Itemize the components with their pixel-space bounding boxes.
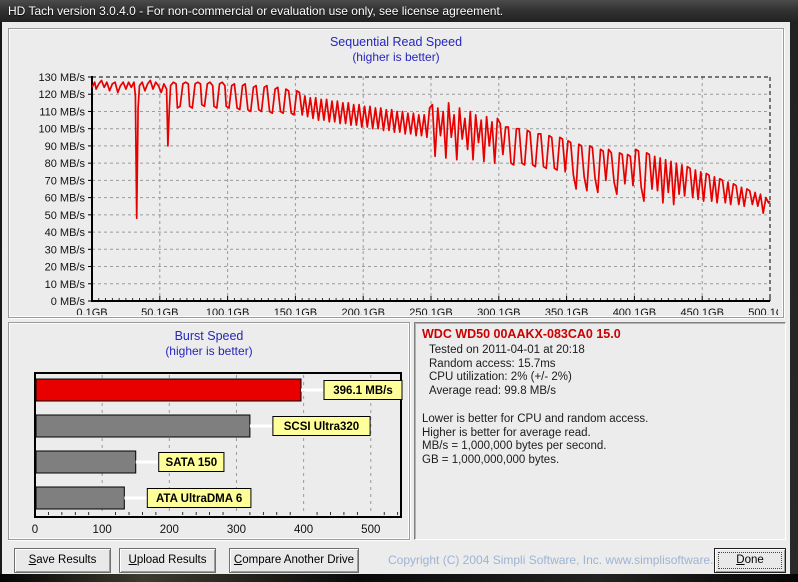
note-line: Lower is better for CPU and random acces… <box>422 413 778 427</box>
average-read: Average read: 99.8 MB/s <box>422 385 778 399</box>
results-info-panel: WDC WD50 00AAKX-083CA0 15.0 Tested on 20… <box>414 322 786 540</box>
x-axis-tick-label: 350.1GB <box>545 307 588 315</box>
burst-speed-panel: Burst Speed (higher is better) 396.1 MB/… <box>8 322 410 540</box>
note-line: GB = 1,000,000,000 bytes. <box>422 454 778 468</box>
cpu-utilization: CPU utilization: 2% (+/- 2%) <box>422 371 778 385</box>
burst-bar-label: SATA 150 <box>166 457 218 469</box>
x-axis-tick-label: 50.1GB <box>141 307 178 315</box>
random-access: Random access: 15.7ms <box>422 358 778 372</box>
copyright-text: Copyright (C) 2004 Simpli Software, Inc.… <box>388 553 704 567</box>
burst-bar-3 <box>36 487 124 509</box>
button-row: Save Results Upload Results Compare Anot… <box>2 548 790 574</box>
burst-bar-2 <box>36 451 136 473</box>
upload-results-button[interactable]: Upload Results <box>119 548 216 573</box>
burst-x-tick-label: 200 <box>160 524 179 536</box>
burst-x-tick-label: 400 <box>294 524 313 536</box>
x-axis-tick-label: 500.1GB <box>748 307 778 315</box>
x-axis-tick-label: 150.1GB <box>274 307 317 315</box>
y-axis-tick-label: 110 MB/s <box>39 106 85 118</box>
sequential-read-chart: 0 MB/s10 MB/s20 MB/s30 MB/s40 MB/s50 MB/… <box>14 71 778 315</box>
sequential-chart-subtitle: (higher is better) <box>9 50 783 64</box>
y-axis-tick-label: 130 MB/s <box>39 72 86 84</box>
x-axis-tick-label: 450.1GB <box>680 307 723 315</box>
y-axis-tick-label: 70 MB/s <box>45 175 86 187</box>
window-title-bar[interactable]: HD Tach version 3.0.4.0 - For non-commer… <box>0 0 798 22</box>
y-axis-tick-label: 50 MB/s <box>45 210 86 222</box>
burst-bar-0 <box>36 379 301 401</box>
y-axis-tick-label: 10 MB/s <box>45 279 86 291</box>
y-axis-tick-label: 100 MB/s <box>39 124 86 136</box>
note-line: Higher is better for average read. <box>422 427 778 441</box>
burst-bar-label: ATA UltraDMA 6 <box>156 493 242 505</box>
window-title: HD Tach version 3.0.4.0 - For non-commer… <box>8 4 503 18</box>
y-axis-tick-label: 80 MB/s <box>45 158 86 170</box>
sequential-chart-title: Sequential Read Speed <box>9 35 783 49</box>
y-axis-tick-label: 90 MB/s <box>45 141 86 153</box>
x-axis-tick-label: 200.1GB <box>341 307 384 315</box>
y-axis-tick-label: 120 MB/s <box>39 89 86 101</box>
x-axis-tick-label: 300.1GB <box>477 307 520 315</box>
burst-chart-subtitle: (higher is better) <box>9 344 409 358</box>
x-axis-tick-label: 100.1GB <box>206 307 249 315</box>
burst-x-tick-label: 300 <box>227 524 246 536</box>
burst-bar-1 <box>36 415 250 437</box>
x-axis-tick-label: 400.1GB <box>613 307 656 315</box>
burst-bar-label: SCSI Ultra320 <box>284 421 359 433</box>
burst-chart-title: Burst Speed <box>9 329 409 343</box>
burst-x-tick-label: 100 <box>93 524 112 536</box>
burst-speed-chart: 396.1 MB/s SCSI Ultra320 SATA 150 ATA Ultra… <box>13 371 405 537</box>
y-axis-tick-label: 40 MB/s <box>45 227 86 239</box>
burst-bar-label: 396.1 MB/s <box>333 385 392 397</box>
notes-block: Lower is better for CPU and random acces… <box>422 413 778 467</box>
desktop-edge <box>0 574 798 582</box>
burst-x-tick-label: 0 <box>32 524 38 536</box>
sequential-read-panel: Sequential Read Speed (higher is better)… <box>8 28 784 318</box>
note-line: MB/s = 1,000,000 bytes per second. <box>422 440 778 454</box>
burst-x-tick-label: 500 <box>361 524 380 536</box>
y-axis-tick-label: 30 MB/s <box>45 244 86 256</box>
compare-another-drive-button[interactable]: Compare Another Drive <box>229 548 359 573</box>
window-client-area: Sequential Read Speed (higher is better)… <box>2 22 790 574</box>
done-button[interactable]: Done <box>714 548 786 573</box>
drive-name: WDC WD50 00AAKX-083CA0 15.0 <box>422 327 778 341</box>
y-axis-tick-label: 20 MB/s <box>45 262 86 274</box>
x-axis-tick-label: 250.1GB <box>409 307 452 315</box>
save-results-button[interactable]: Save Results <box>14 548 111 573</box>
tested-on: Tested on 2011-04-01 at 20:18 <box>422 344 778 358</box>
x-axis-tick-label: 0.1GB <box>76 307 107 315</box>
y-axis-tick-label: 60 MB/s <box>45 193 86 205</box>
